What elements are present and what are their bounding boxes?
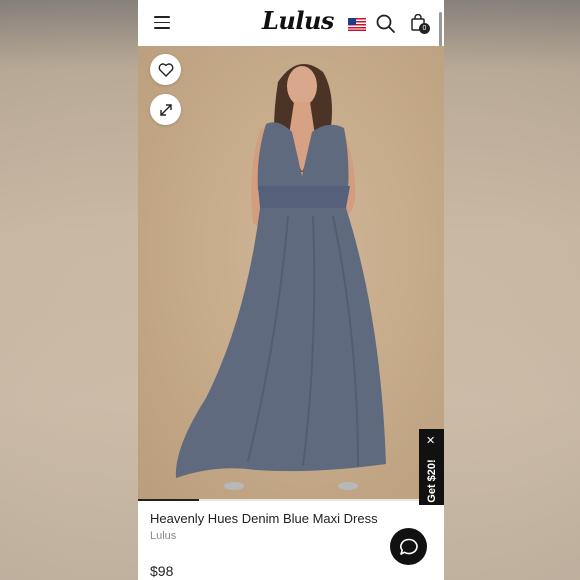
- chat-bubble-icon: [399, 538, 418, 555]
- promo-label: Get $20!: [426, 459, 438, 503]
- site-header: Lulus 0: [138, 0, 444, 67]
- us-flag-icon[interactable]: [348, 18, 366, 31]
- heart-icon: [158, 62, 173, 77]
- promo-tab[interactable]: ✕ Get $20!: [419, 429, 444, 505]
- phone-screen: Lulus 0 ✕ Get $20! Heavenly Hues Denim B…: [138, 0, 444, 580]
- close-icon[interactable]: ✕: [426, 434, 435, 447]
- favorite-button[interactable]: [150, 54, 181, 85]
- site-logo[interactable]: Lulus: [262, 6, 334, 35]
- product-price: $98: [150, 563, 174, 579]
- product-title: Heavenly Hues Denim Blue Maxi Dress: [150, 511, 378, 526]
- gallery-progress-fill: [138, 499, 200, 501]
- product-photo[interactable]: [138, 46, 444, 499]
- background-blur-left: [0, 0, 138, 580]
- bag-count-badge: 0: [419, 23, 430, 34]
- gallery-progress-bar: [138, 499, 444, 501]
- hamburger-menu-icon[interactable]: [154, 16, 170, 29]
- expand-icon: [159, 103, 172, 116]
- search-icon[interactable]: [376, 14, 396, 34]
- background-blur-right: [444, 0, 580, 580]
- chat-button[interactable]: [390, 528, 427, 565]
- expand-image-button[interactable]: [150, 94, 181, 125]
- product-brand[interactable]: Lulus: [150, 530, 176, 542]
- model-dress-image: [175, 64, 386, 490]
